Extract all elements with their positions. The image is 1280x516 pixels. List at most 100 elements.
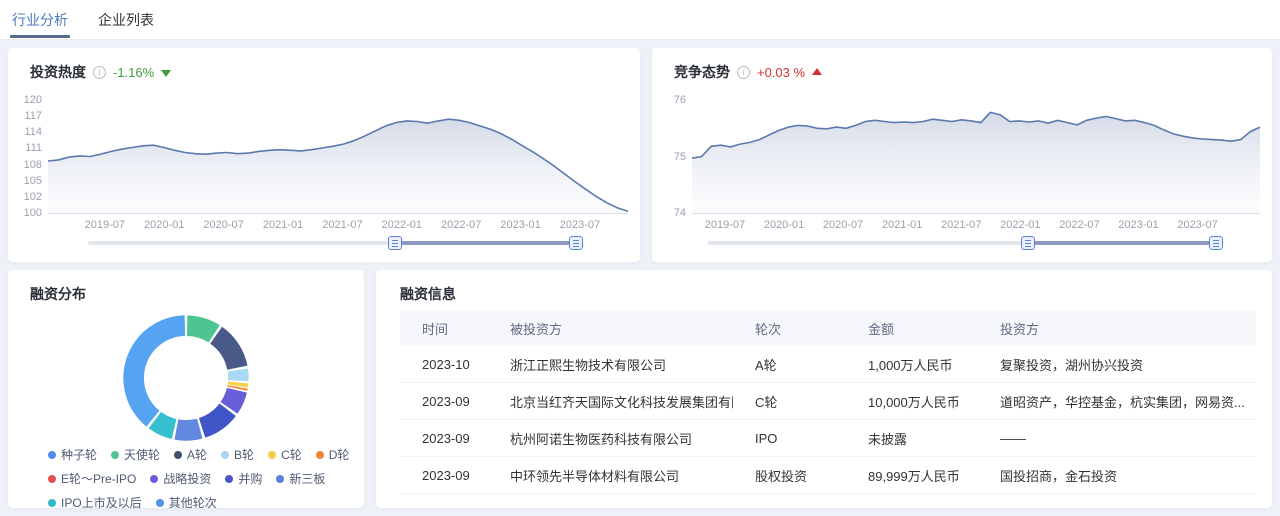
legend-label: 并购	[238, 470, 262, 487]
tab-industry-analysis[interactable]: 行业分析	[10, 0, 70, 40]
table-header-row: 时间被投资方轮次金额投资方	[400, 310, 1256, 346]
column-header: 被投资方	[488, 319, 733, 338]
legend-item[interactable]: E轮～Pre-IPO	[48, 470, 136, 487]
donut-segment[interactable]	[210, 327, 247, 370]
competition-title: 竞争态势	[674, 62, 730, 82]
y-tick-label: 75	[674, 151, 686, 163]
legend-item[interactable]: C轮	[268, 446, 302, 463]
legend-label: 种子轮	[61, 446, 97, 463]
financing-info-title: 融资信息	[400, 284, 456, 304]
table-cell: C轮	[733, 392, 846, 411]
legend-label: E轮～Pre-IPO	[61, 470, 136, 487]
slider-right-handle[interactable]	[569, 236, 583, 250]
table-cell: 杭州阿诺生物医药科技有限公司	[488, 429, 733, 448]
datazoom-slider	[88, 236, 583, 250]
legend-item[interactable]: 天使轮	[111, 446, 160, 463]
x-tick-label: 2023-07	[560, 219, 600, 231]
column-header: 时间	[400, 319, 488, 338]
table-cell: 2023-09	[400, 394, 488, 409]
trend-up-icon	[812, 68, 822, 75]
table-cell: 股权投资	[733, 466, 846, 485]
table-cell: 2023-10	[400, 357, 488, 372]
column-header: 投资方	[978, 319, 1256, 338]
table-cell: 89,999万人民币	[846, 466, 978, 485]
x-tick-label: 2019-07	[85, 219, 125, 231]
table-cell: 未披露	[846, 429, 978, 448]
x-tick-label: 2020-01	[764, 219, 804, 231]
table-row: 2023-09北京当红齐天国际文化科技发展集团有限...C轮10,000万人民币…	[400, 383, 1256, 420]
table-cell: 复聚投资，湖州协兴投资	[978, 355, 1256, 374]
x-tick-label: 2021-07	[941, 219, 981, 231]
table-cell: 中环领先半导体材料有限公司	[488, 466, 733, 485]
donut-segment[interactable]	[123, 315, 185, 426]
legend-label: 战略投资	[163, 470, 211, 487]
x-tick-label: 2022-01	[1000, 219, 1040, 231]
legend-dot-icon	[174, 451, 182, 459]
x-axis-line	[692, 213, 1260, 214]
x-tick-label: 2023-01	[1118, 219, 1158, 231]
column-header: 金额	[846, 319, 978, 338]
tab-enterprise-list[interactable]: 企业列表	[96, 0, 156, 40]
y-tick-label: 114	[24, 126, 42, 138]
legend-label: 新三板	[289, 470, 325, 487]
column-header: 轮次	[733, 319, 846, 338]
legend-dot-icon	[48, 475, 56, 483]
legend-item[interactable]: A轮	[174, 446, 207, 463]
competition-card: 竞争态势 i +0.03 % 767574 2019-072020-012020…	[652, 48, 1272, 262]
slider-right-handle[interactable]	[1209, 236, 1223, 250]
competition-chart[interactable]	[692, 100, 1260, 213]
table-cell: 道昭资产，华控基金，杭实集团，网易资...	[978, 392, 1256, 411]
donut-legend: 种子轮天使轮 A轮 B轮 C轮 D轮 E轮～Pre-IPO 战略投资 并购 新三板 IPO上市及以…	[48, 446, 353, 511]
x-tick-label: 2022-01	[382, 219, 422, 231]
legend-item[interactable]: 其他轮次	[156, 494, 217, 511]
table-cell: 浙江正熙生物技术有限公司	[488, 355, 733, 374]
table-row: 2023-09杭州阿诺生物医药科技有限公司IPO未披露——	[400, 420, 1256, 457]
legend-item[interactable]: IPO上市及以后	[48, 494, 142, 511]
legend-label: D轮	[329, 446, 350, 463]
legend-item[interactable]: D轮	[316, 446, 350, 463]
table-cell: 北京当红齐天国际文化科技发展集团有限...	[488, 392, 733, 411]
legend-item[interactable]: 战略投资	[150, 470, 211, 487]
legend-dot-icon	[268, 451, 276, 459]
x-axis: 2019-072020-012020-072021-012021-072022-…	[48, 219, 628, 233]
x-tick-label: 2022-07	[441, 219, 481, 231]
financing-distribution-title: 融资分布	[30, 284, 86, 304]
legend-dot-icon	[221, 451, 229, 459]
slider-left-handle[interactable]	[388, 236, 402, 250]
y-tick-label: 102	[24, 191, 42, 203]
legend-label: 其他轮次	[169, 494, 217, 511]
legend-label: IPO上市及以后	[61, 494, 142, 511]
x-tick-label: 2022-07	[1059, 219, 1099, 231]
investment-heat-chart[interactable]	[48, 100, 628, 213]
y-tick-label: 76	[674, 94, 686, 106]
y-tick-label: 111	[25, 142, 42, 154]
slider-selected-range[interactable]	[1028, 241, 1216, 245]
datazoom-slider	[708, 236, 1224, 250]
donut-segment[interactable]	[228, 368, 249, 381]
legend-item[interactable]: 种子轮	[48, 446, 97, 463]
legend-item[interactable]: 新三板	[276, 470, 325, 487]
financing-info-card: 融资信息 时间被投资方轮次金额投资方 2023-10浙江正熙生物技术有限公司A轮…	[376, 270, 1272, 508]
legend-item[interactable]: B轮	[221, 446, 254, 463]
info-icon[interactable]: i	[93, 66, 106, 79]
legend-label: A轮	[187, 446, 207, 463]
y-axis: 76 75 74	[652, 94, 686, 219]
slider-selected-range[interactable]	[395, 241, 576, 245]
y-tick-label: 105	[24, 175, 42, 187]
legend-dot-icon	[316, 451, 324, 459]
x-tick-label: 2020-07	[203, 219, 243, 231]
info-icon[interactable]: i	[737, 66, 750, 79]
x-axis-line	[48, 213, 628, 214]
table-cell: 2023-09	[400, 468, 488, 483]
table-row: 2023-10浙江正熙生物技术有限公司A轮1,000万人民币复聚投资，湖州协兴投…	[400, 346, 1256, 383]
financing-rounds-donut-chart[interactable]	[120, 312, 252, 444]
x-tick-label: 2023-07	[1177, 219, 1217, 231]
x-tick-label: 2021-07	[322, 219, 362, 231]
table-cell: IPO	[733, 431, 846, 446]
donut-segment[interactable]	[174, 419, 202, 441]
table-cell: 10,000万人民币	[846, 392, 978, 411]
y-tick-label: 74	[674, 207, 686, 219]
slider-left-handle[interactable]	[1021, 236, 1035, 250]
legend-dot-icon	[48, 451, 56, 459]
legend-item[interactable]: 并购	[225, 470, 262, 487]
